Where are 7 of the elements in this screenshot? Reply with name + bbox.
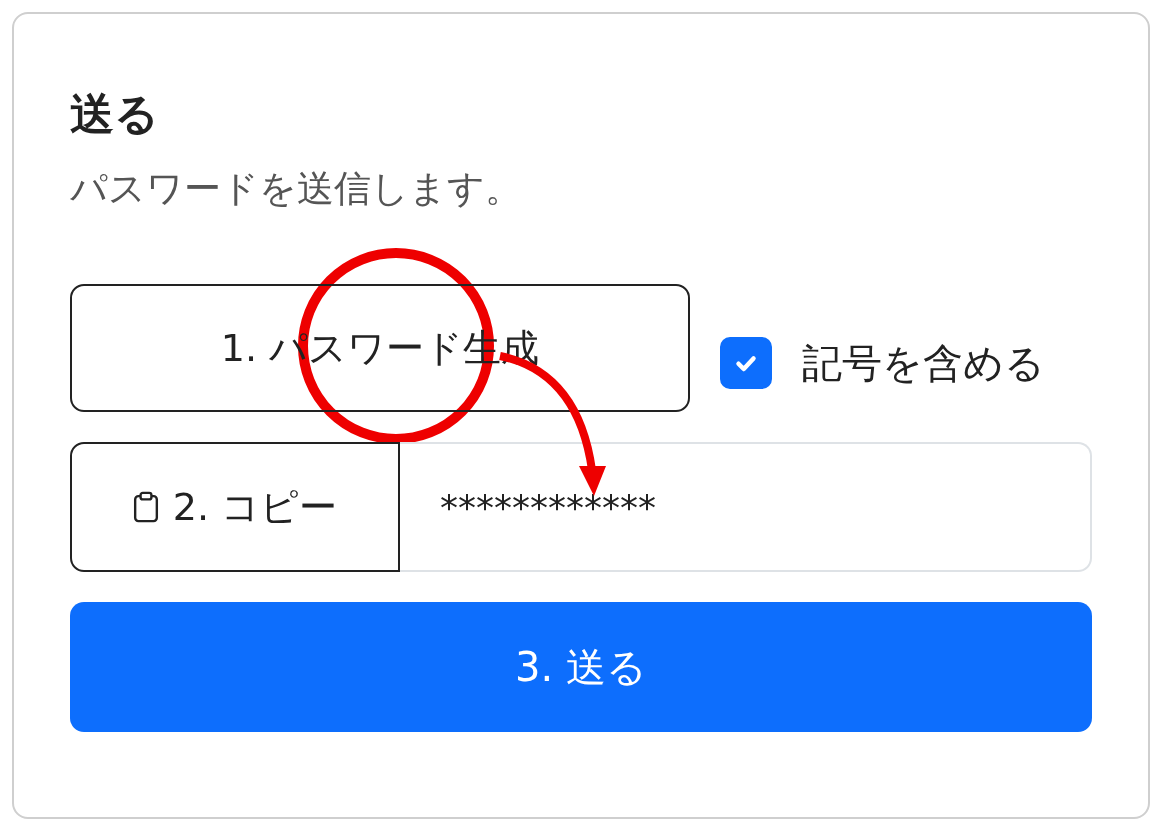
send-button[interactable]: 3. 送る <box>70 602 1092 732</box>
card-subtitle: パスワードを送信します。 <box>70 166 523 212</box>
checkbox-label: 記号を含める <box>802 338 1045 388</box>
card-title: 送る <box>70 87 160 141</box>
checkbox[interactable] <box>720 337 772 389</box>
password-field[interactable]: ************ <box>400 442 1092 572</box>
copy-button[interactable]: 2. コピー <box>70 442 400 572</box>
